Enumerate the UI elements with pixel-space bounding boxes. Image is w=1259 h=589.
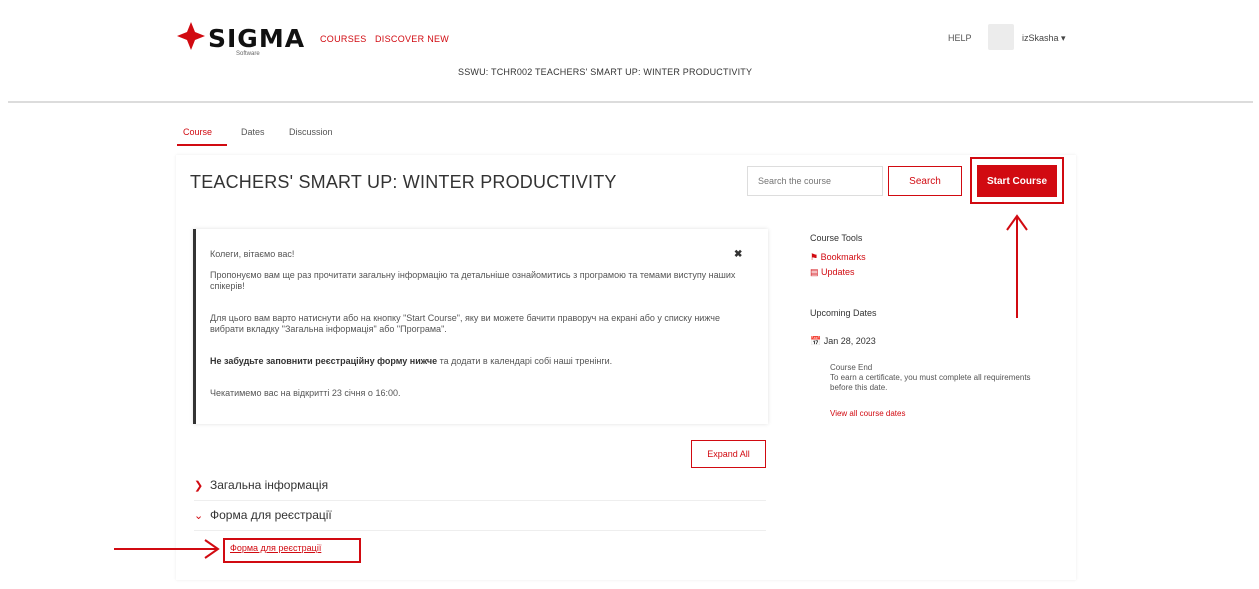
annotation-arrow-right [114,539,220,559]
annotation-arrow-up [1006,214,1028,318]
annotation-arrows [114,214,1028,559]
